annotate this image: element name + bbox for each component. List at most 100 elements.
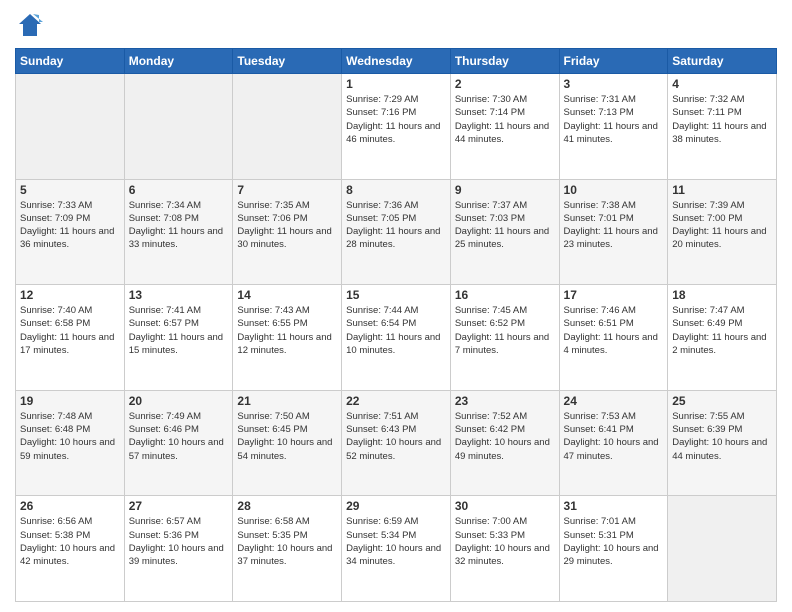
day-number: 22: [346, 394, 446, 408]
day-number: 15: [346, 288, 446, 302]
cell-info: Sunrise: 6:57 AMSunset: 5:36 PMDaylight:…: [129, 516, 224, 567]
cell-info: Sunrise: 7:40 AMSunset: 6:58 PMDaylight:…: [20, 305, 114, 356]
weekday-header-tuesday: Tuesday: [233, 49, 342, 74]
calendar-cell: 5 Sunrise: 7:33 AMSunset: 7:09 PMDaylight…: [16, 179, 125, 285]
calendar-cell: 11 Sunrise: 7:39 AMSunset: 7:00 PMDayligh…: [668, 179, 777, 285]
cell-info: Sunrise: 7:51 AMSunset: 6:43 PMDaylight:…: [346, 411, 441, 462]
cell-info: Sunrise: 6:58 AMSunset: 5:35 PMDaylight:…: [237, 516, 332, 567]
week-row-3: 12 Sunrise: 7:40 AMSunset: 6:58 PMDayligh…: [16, 285, 777, 391]
cell-info: Sunrise: 7:34 AMSunset: 7:08 PMDaylight:…: [129, 200, 223, 251]
cell-info: Sunrise: 7:37 AMSunset: 7:03 PMDaylight:…: [455, 200, 549, 251]
weekday-header-friday: Friday: [559, 49, 668, 74]
day-number: 21: [237, 394, 337, 408]
day-number: 9: [455, 183, 555, 197]
cell-info: Sunrise: 7:49 AMSunset: 6:46 PMDaylight:…: [129, 411, 224, 462]
day-number: 10: [564, 183, 664, 197]
day-number: 1: [346, 77, 446, 91]
cell-info: Sunrise: 7:35 AMSunset: 7:06 PMDaylight:…: [237, 200, 331, 251]
calendar-cell: 25Sunrise: 7:55 AMSunset: 6:39 PMDayligh…: [668, 390, 777, 496]
cell-info: Sunrise: 7:43 AMSunset: 6:55 PMDaylight:…: [237, 305, 331, 356]
cell-info: Sunrise: 7:29 AMSunset: 7:16 PMDaylight:…: [346, 94, 440, 145]
cell-info: Sunrise: 7:01 AMSunset: 5:31 PMDaylight:…: [564, 516, 659, 567]
weekday-header-thursday: Thursday: [450, 49, 559, 74]
header: [15, 10, 777, 40]
cell-info: Sunrise: 7:31 AMSunset: 7:13 PMDaylight:…: [564, 94, 658, 145]
calendar-cell: 8Sunrise: 7:36 AMSunset: 7:05 PMDaylight…: [342, 179, 451, 285]
weekday-header-saturday: Saturday: [668, 49, 777, 74]
calendar-cell: 12 Sunrise: 7:40 AMSunset: 6:58 PMDayligh…: [16, 285, 125, 391]
day-number: 8: [346, 183, 446, 197]
calendar-cell: 19 Sunrise: 7:48 AMSunset: 6:48 PMDayligh…: [16, 390, 125, 496]
calendar-cell: 31 Sunrise: 7:01 AMSunset: 5:31 PMDayligh…: [559, 496, 668, 602]
page: SundayMondayTuesdayWednesdayThursdayFrid…: [0, 0, 792, 612]
cell-info: Sunrise: 6:59 AMSunset: 5:34 PMDaylight:…: [346, 516, 441, 567]
calendar-cell: 13 Sunrise: 7:41 AMSunset: 6:57 PMDayligh…: [124, 285, 233, 391]
cell-info: Sunrise: 7:47 AMSunset: 6:49 PMDaylight:…: [672, 305, 766, 356]
cell-info: Sunrise: 7:53 AMSunset: 6:41 PMDaylight:…: [564, 411, 659, 462]
cell-info: Sunrise: 7:48 AMSunset: 6:48 PMDaylight:…: [20, 411, 115, 462]
cell-info: Sunrise: 7:00 AMSunset: 5:33 PMDaylight:…: [455, 516, 550, 567]
day-number: 20: [129, 394, 229, 408]
calendar-cell: 2 Sunrise: 7:30 AMSunset: 7:14 PMDaylight…: [450, 74, 559, 180]
day-number: 29: [346, 499, 446, 513]
day-number: 31: [564, 499, 664, 513]
day-number: 12: [20, 288, 120, 302]
logo: [15, 10, 49, 40]
calendar-cell: 27Sunrise: 6:57 AMSunset: 5:36 PMDayligh…: [124, 496, 233, 602]
calendar-cell: 15 Sunrise: 7:44 AMSunset: 6:54 PMDayligh…: [342, 285, 451, 391]
calendar-cell: 14 Sunrise: 7:43 AMSunset: 6:55 PMDayligh…: [233, 285, 342, 391]
day-number: 14: [237, 288, 337, 302]
calendar-cell: 21 Sunrise: 7:50 AMSunset: 6:45 PMDayligh…: [233, 390, 342, 496]
week-row-1: 1 Sunrise: 7:29 AMSunset: 7:16 PMDaylight…: [16, 74, 777, 180]
day-number: 23: [455, 394, 555, 408]
cell-info: Sunrise: 7:50 AMSunset: 6:45 PMDaylight:…: [237, 411, 332, 462]
calendar-table: SundayMondayTuesdayWednesdayThursdayFrid…: [15, 48, 777, 602]
cell-info: Sunrise: 7:41 AMSunset: 6:57 PMDaylight:…: [129, 305, 223, 356]
calendar-cell: 20 Sunrise: 7:49 AMSunset: 6:46 PMDayligh…: [124, 390, 233, 496]
calendar-cell: 6 Sunrise: 7:34 AMSunset: 7:08 PMDaylight…: [124, 179, 233, 285]
weekday-header-wednesday: Wednesday: [342, 49, 451, 74]
day-number: 19: [20, 394, 120, 408]
day-number: 30: [455, 499, 555, 513]
day-number: 16: [455, 288, 555, 302]
cell-info: Sunrise: 6:56 AMSunset: 5:38 PMDaylight:…: [20, 516, 115, 567]
day-number: 2: [455, 77, 555, 91]
calendar-cell: [124, 74, 233, 180]
week-row-2: 5 Sunrise: 7:33 AMSunset: 7:09 PMDaylight…: [16, 179, 777, 285]
cell-info: Sunrise: 7:30 AMSunset: 7:14 PMDaylight:…: [455, 94, 549, 145]
day-number: 18: [672, 288, 772, 302]
calendar-cell: 22 Sunrise: 7:51 AMSunset: 6:43 PMDayligh…: [342, 390, 451, 496]
cell-info: Sunrise: 7:44 AMSunset: 6:54 PMDaylight:…: [346, 305, 440, 356]
calendar-cell: 24Sunrise: 7:53 AMSunset: 6:41 PMDayligh…: [559, 390, 668, 496]
cell-info: Sunrise: 7:33 AMSunset: 7:09 PMDaylight:…: [20, 200, 114, 251]
cell-info: Sunrise: 7:45 AMSunset: 6:52 PMDaylight:…: [455, 305, 549, 356]
weekday-header-sunday: Sunday: [16, 49, 125, 74]
day-number: 5: [20, 183, 120, 197]
day-number: 17: [564, 288, 664, 302]
day-number: 3: [564, 77, 664, 91]
calendar-cell: 30 Sunrise: 7:00 AMSunset: 5:33 PMDayligh…: [450, 496, 559, 602]
calendar-cell: 7 Sunrise: 7:35 AMSunset: 7:06 PMDaylight…: [233, 179, 342, 285]
calendar-cell: [668, 496, 777, 602]
day-number: 28: [237, 499, 337, 513]
calendar-cell: 28 Sunrise: 6:58 AMSunset: 5:35 PMDayligh…: [233, 496, 342, 602]
weekday-header-row: SundayMondayTuesdayWednesdayThursdayFrid…: [16, 49, 777, 74]
cell-info: Sunrise: 7:39 AMSunset: 7:00 PMDaylight:…: [672, 200, 766, 251]
cell-info: Sunrise: 7:38 AMSunset: 7:01 PMDaylight:…: [564, 200, 658, 251]
calendar-cell: 9 Sunrise: 7:37 AMSunset: 7:03 PMDaylight…: [450, 179, 559, 285]
day-number: 11: [672, 183, 772, 197]
day-number: 4: [672, 77, 772, 91]
calendar-cell: 3 Sunrise: 7:31 AMSunset: 7:13 PMDaylight…: [559, 74, 668, 180]
day-number: 13: [129, 288, 229, 302]
calendar-cell: 17 Sunrise: 7:46 AMSunset: 6:51 PMDayligh…: [559, 285, 668, 391]
day-number: 7: [237, 183, 337, 197]
cell-info: Sunrise: 7:46 AMSunset: 6:51 PMDaylight:…: [564, 305, 658, 356]
weekday-header-monday: Monday: [124, 49, 233, 74]
calendar-cell: 29 Sunrise: 6:59 AMSunset: 5:34 PMDayligh…: [342, 496, 451, 602]
calendar-cell: 4 Sunrise: 7:32 AMSunset: 7:11 PMDaylight…: [668, 74, 777, 180]
cell-info: Sunrise: 7:32 AMSunset: 7:11 PMDaylight:…: [672, 94, 766, 145]
week-row-4: 19 Sunrise: 7:48 AMSunset: 6:48 PMDayligh…: [16, 390, 777, 496]
day-number: 6: [129, 183, 229, 197]
week-row-5: 26Sunrise: 6:56 AMSunset: 5:38 PMDayligh…: [16, 496, 777, 602]
calendar-cell: 10 Sunrise: 7:38 AMSunset: 7:01 PMDayligh…: [559, 179, 668, 285]
